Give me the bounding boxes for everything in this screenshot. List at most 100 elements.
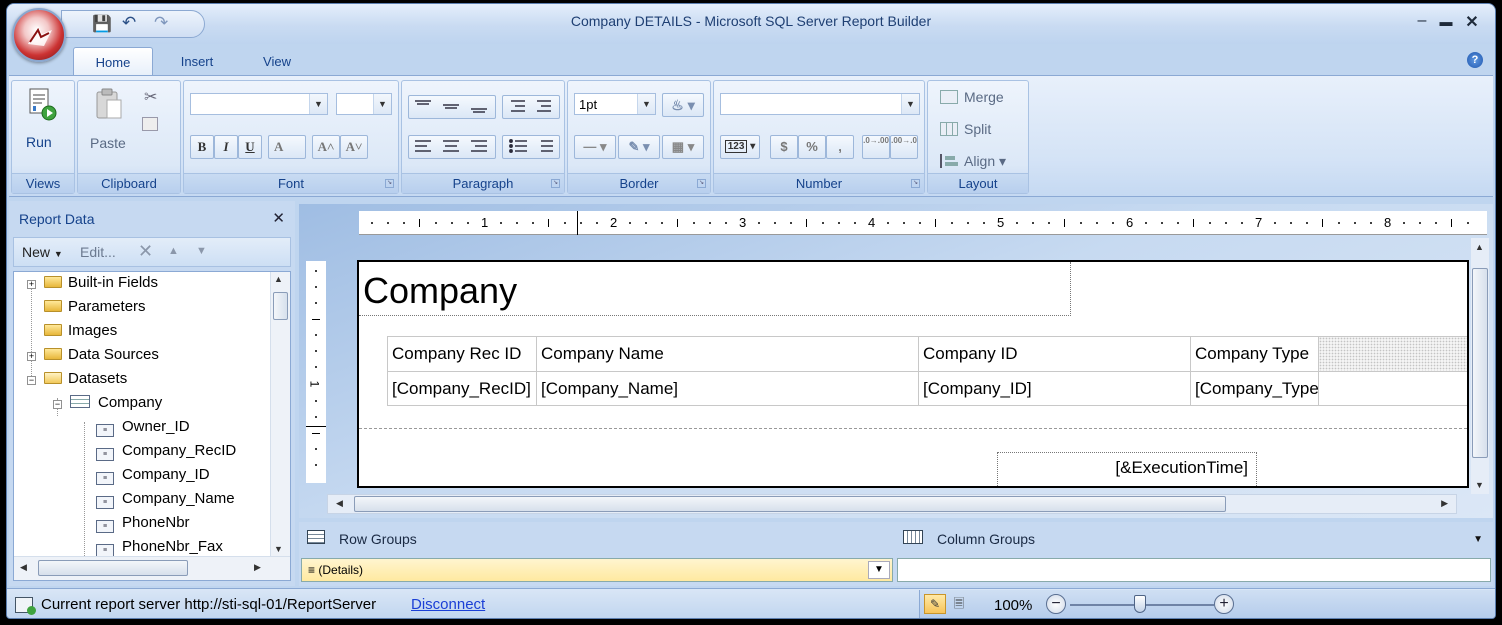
bold-button[interactable]: B (190, 135, 214, 159)
align-button[interactable]: Align ▾ (940, 153, 1026, 173)
collapse-datasets[interactable]: − (27, 376, 36, 385)
tree-item-field[interactable]: ≡ PhoneNbr_Fax (96, 536, 223, 558)
number-dialog-launcher[interactable]: ↘ (911, 179, 920, 188)
close-icon[interactable]: ✕ (1461, 12, 1483, 32)
chevron-down-icon[interactable]: ▼ (373, 94, 391, 114)
tree-item-company-dataset[interactable]: Company (70, 392, 162, 414)
scrollbar-thumb[interactable] (273, 292, 288, 320)
scroll-down-icon[interactable]: ▼ (274, 544, 283, 554)
font-size-combo[interactable]: ▼ (336, 93, 392, 115)
indent-buttons[interactable] (502, 95, 560, 119)
border-dialog-launcher[interactable]: ↘ (697, 179, 706, 188)
tree-item-images[interactable]: Images (44, 320, 117, 342)
preview-icon[interactable]: 🗏 (950, 595, 968, 613)
chevron-down-icon[interactable]: ▼ (868, 561, 890, 579)
tree-item-field[interactable]: ≡ Company_ID (96, 464, 210, 486)
tree-item-built-in-fields[interactable]: Built-in Fields (44, 272, 158, 294)
scrollbar-thumb[interactable] (1472, 268, 1488, 458)
detail-cell[interactable]: [Company_Type (1191, 372, 1318, 406)
italic-button[interactable]: I (214, 135, 238, 159)
tree-item-data-sources[interactable]: Data Sources (44, 344, 159, 366)
tree-item-field[interactable]: ≡ PhoneNbr (96, 512, 190, 534)
tree-horizontal-scrollbar[interactable]: ◀ ▶ (14, 556, 290, 580)
underline-button[interactable]: U (238, 135, 262, 159)
chevron-down-icon[interactable]: ▼ (1473, 534, 1483, 545)
currency-button[interactable]: $ (770, 135, 798, 159)
split-button[interactable]: Split (940, 121, 1026, 141)
scroll-left-icon[interactable]: ◀ (336, 498, 343, 509)
tab-home[interactable]: Home (73, 47, 153, 77)
zoom-out-icon[interactable]: − (1046, 594, 1066, 614)
close-icon[interactable]: ✕ (272, 209, 285, 227)
canvas-vertical-scrollbar[interactable]: ▲ ▼ (1471, 238, 1489, 494)
minimize-icon[interactable]: – (1411, 12, 1433, 30)
shrink-font-button[interactable]: A˅ (340, 135, 368, 159)
canvas-horizontal-scrollbar[interactable]: ◀ ▶ (327, 494, 1457, 514)
font-name-combo[interactable]: ▼ (190, 93, 328, 115)
run-button[interactable]: Run (24, 87, 64, 151)
decrease-decimal-button[interactable]: .00→.0 (890, 135, 918, 159)
vertical-align-buttons[interactable] (408, 95, 496, 119)
tab-insert[interactable]: Insert (167, 47, 227, 73)
tree-item-field[interactable]: ≡ Owner_ID (96, 416, 190, 438)
percent-button[interactable]: % (798, 135, 826, 159)
scroll-up-icon[interactable]: ▲ (1475, 242, 1484, 252)
zoom-in-icon[interactable]: + (1214, 594, 1234, 614)
new-menu-button[interactable]: New ▼ (22, 244, 63, 260)
collapse-company[interactable]: − (53, 400, 62, 409)
list-buttons[interactable] (502, 135, 560, 159)
paragraph-dialog-launcher[interactable]: ↘ (551, 179, 560, 188)
paste-button[interactable]: Paste (86, 87, 134, 153)
comma-button[interactable]: , (826, 135, 854, 159)
scroll-up-icon[interactable]: ▲ (274, 274, 283, 284)
empty-header-cell[interactable] (1319, 337, 1467, 371)
edit-button[interactable]: Edit... (80, 244, 116, 260)
zoom-slider-thumb[interactable] (1134, 595, 1146, 613)
help-icon[interactable]: ? (1467, 52, 1483, 68)
border-color-button[interactable]: ✎ ▾ (618, 135, 660, 159)
fill-color-button[interactable]: ♨ ▾ (662, 93, 704, 117)
font-dialog-launcher[interactable]: ↘ (385, 179, 394, 188)
horizontal-align-buttons[interactable] (408, 135, 496, 159)
header-cell[interactable]: Company Rec ID (388, 337, 536, 371)
scrollbar-thumb[interactable] (354, 496, 1226, 512)
scroll-left-icon[interactable]: ◀ (20, 562, 27, 573)
grow-font-button[interactable]: A˄ (312, 135, 340, 159)
copy-icon[interactable] (142, 117, 158, 131)
increase-decimal-button[interactable]: .0→.00 (862, 135, 890, 159)
number-format-combo[interactable]: ▼ (720, 93, 920, 115)
expand-data-sources[interactable]: + (27, 352, 36, 361)
font-color-button[interactable]: A (268, 135, 306, 159)
scroll-right-icon[interactable]: ▶ (1441, 498, 1448, 509)
delete-icon[interactable]: ✕ (138, 241, 153, 262)
tree-item-field[interactable]: ≡ Company_Name (96, 488, 235, 510)
scrollbar-thumb[interactable] (38, 560, 188, 576)
execution-time-textbox[interactable]: [&ExecutionTime] (997, 452, 1257, 486)
report-table[interactable]: Company Rec ID Company Name Company ID C… (387, 336, 1467, 406)
move-down-icon[interactable]: ▼ (196, 245, 207, 257)
move-up-icon[interactable]: ▲ (168, 245, 179, 257)
chevron-down-icon[interactable]: ▼ (637, 94, 655, 114)
header-cell[interactable]: Company Name (537, 337, 918, 371)
maximize-icon[interactable]: ▬ (1435, 14, 1457, 29)
disconnect-link[interactable]: Disconnect (411, 596, 485, 613)
scroll-down-icon[interactable]: ▼ (1475, 480, 1484, 490)
detail-cell[interactable]: [Company_RecID] (388, 372, 536, 406)
expand-built-in-fields[interactable]: + (27, 280, 36, 289)
header-cell[interactable]: Company Type (1191, 337, 1318, 371)
chevron-down-icon[interactable]: ▼ (901, 94, 919, 114)
border-width-combo[interactable]: 1pt ▼ (574, 93, 656, 115)
tab-view[interactable]: View (252, 47, 302, 73)
detail-cell[interactable]: [Company_Name] (537, 372, 918, 406)
merge-button[interactable]: Merge (940, 89, 1026, 109)
chevron-down-icon[interactable]: ▼ (309, 94, 327, 114)
border-button[interactable]: ▦ ▾ (662, 135, 704, 159)
header-cell[interactable]: Company ID (919, 337, 1190, 371)
scroll-right-icon[interactable]: ▶ (254, 562, 261, 573)
placeholder-format-button[interactable]: 123 ▾ (720, 135, 760, 159)
column-group-area[interactable] (897, 558, 1491, 582)
detail-cell[interactable]: [Company_ID] (919, 372, 1190, 406)
design-view-icon[interactable]: ✎ (924, 594, 946, 614)
border-style-button[interactable]: — ▾ (574, 135, 616, 159)
cut-icon[interactable]: ✂ (144, 87, 157, 107)
